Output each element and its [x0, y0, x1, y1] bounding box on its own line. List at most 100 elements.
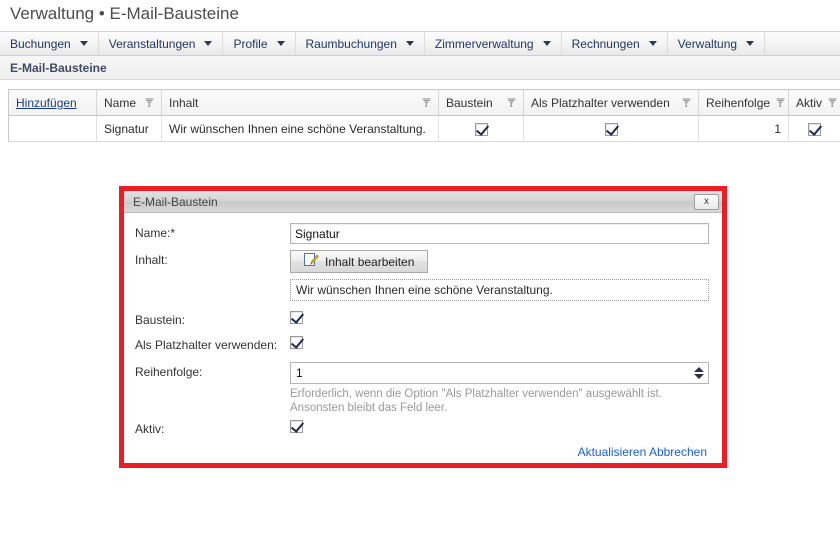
close-icon[interactable]: x	[694, 193, 719, 210]
aktiv-field-wrap	[290, 419, 711, 434]
col-baustein: Baustein	[438, 89, 524, 116]
chevron-down-icon	[79, 41, 88, 46]
dialog-body: Name:* Inhalt: Inhalt bearbeiten	[124, 213, 722, 459]
baustein-field-wrap	[290, 310, 711, 325]
content-preview-spacer	[135, 279, 290, 282]
name-label-text: Name:	[135, 226, 171, 240]
column-label: Name	[104, 95, 137, 110]
filter-icon[interactable]	[145, 96, 154, 110]
menu-item-buchungen[interactable]: Buchungen	[0, 32, 99, 55]
baustein-checkbox	[474, 122, 488, 136]
dialog-title-bar: E-Mail-Baustein x	[124, 191, 722, 213]
filter-icon[interactable]	[682, 96, 691, 110]
menu-item-label: Veranstaltungen	[108, 36, 196, 51]
table-row[interactable]: Signatur Wir wünschen Ihnen eine schöne …	[8, 115, 840, 142]
main-menu-bar: Buchungen Veranstaltungen Profile Raumbu…	[0, 31, 840, 56]
menu-item-label: Profile	[233, 36, 268, 51]
chevron-down-icon	[204, 41, 213, 46]
reihenfolge-hint-line-1: Erforderlich, wenn die Option "Als Platz…	[290, 388, 662, 400]
table-header-row: Hinzufügen Name Inhalt Baustein Als Plat…	[8, 89, 840, 116]
chevron-down-icon	[276, 41, 285, 46]
edit-page-icon	[304, 252, 319, 271]
menu-item-label: Raumbuchungen	[305, 36, 397, 51]
email-baustein-dialog: E-Mail-Baustein x Name:* Inhalt:	[119, 186, 727, 468]
baustein-label: Baustein:	[135, 313, 186, 327]
reihenfolge-stepper[interactable]: 1	[290, 362, 709, 384]
col-inhalt: Inhalt	[161, 89, 439, 116]
breadcrumb-label: E-Mail-Bausteine	[10, 60, 107, 75]
platzhalter-checkbox[interactable]	[290, 336, 303, 350]
edit-content-button[interactable]: Inhalt bearbeiten	[290, 250, 429, 273]
chevron-down-icon[interactable]	[693, 374, 704, 379]
field-row-content-preview: Wir wünschen Ihnen eine schöne Veranstal…	[135, 279, 711, 301]
hint-spacer	[135, 386, 290, 389]
name-field-wrap	[290, 223, 711, 244]
add-row-link[interactable]: Hinzufügen	[16, 96, 77, 110]
cell-baustein	[438, 115, 524, 142]
cell-row-actions	[8, 115, 97, 142]
reihenfolge-value: 1	[296, 366, 303, 380]
menu-item-zimmerverwaltung[interactable]: Zimmerverwaltung	[425, 32, 562, 55]
email-bausteine-table: Hinzufügen Name Inhalt Baustein Als Plat…	[8, 89, 840, 142]
filter-icon[interactable]	[776, 96, 785, 110]
content-preview-text: Wir wünschen Ihnen eine schöne Veranstal…	[290, 279, 709, 301]
breadcrumb: E-Mail-Bausteine	[0, 56, 840, 80]
platzhalter-label: Als Platzhalter verwenden:	[135, 338, 278, 352]
field-row-reihenfolge: Reihenfolge: 1	[135, 362, 711, 384]
stepper-buttons[interactable]	[690, 363, 707, 383]
hint-wrap: Erforderlich, wenn die Option "Als Platz…	[290, 386, 720, 415]
menu-item-profile[interactable]: Profile	[223, 32, 296, 55]
menu-item-verwaltung[interactable]: Verwaltung	[668, 32, 766, 55]
required-marker: *	[170, 226, 176, 240]
inhalt-label: Inhalt:	[135, 253, 168, 267]
field-row-aktiv: Aktiv:	[135, 419, 711, 436]
cell-aktiv	[788, 115, 840, 142]
menu-item-veranstaltungen[interactable]: Veranstaltungen	[99, 32, 224, 55]
menu-item-raumbuchungen[interactable]: Raumbuchungen	[296, 32, 425, 55]
field-row-baustein: Baustein:	[135, 310, 711, 327]
baustein-checkbox[interactable]	[290, 311, 303, 325]
menu-item-label: Zimmerverwaltung	[434, 36, 534, 51]
edit-content-label: Inhalt bearbeiten	[325, 254, 415, 269]
col-name: Name	[96, 89, 162, 116]
reihenfolge-label: Reihenfolge:	[135, 365, 203, 379]
field-row-platzhalter: Als Platzhalter verwenden:	[135, 335, 711, 352]
filter-icon[interactable]	[828, 96, 837, 110]
column-label: Inhalt	[169, 95, 199, 110]
menu-item-label: Rechnungen	[571, 36, 640, 51]
aktiv-checkbox[interactable]	[290, 420, 303, 434]
platzhalter-checkbox	[604, 122, 618, 136]
chevron-down-icon	[648, 41, 657, 46]
column-label: Als Platzhalter verwenden	[531, 95, 670, 110]
content-preview-wrap: Wir wünschen Ihnen eine schöne Veranstal…	[290, 279, 711, 301]
name-input[interactable]	[290, 223, 709, 244]
col-add: Hinzufügen	[8, 89, 97, 116]
menu-item-label: Buchungen	[10, 36, 71, 51]
filter-icon[interactable]	[422, 96, 431, 110]
cancel-link[interactable]: Abbrechen	[649, 445, 707, 459]
col-platzhalter: Als Platzhalter verwenden	[523, 89, 699, 116]
aktiv-label: Aktiv:	[135, 422, 165, 436]
cell-platzhalter	[523, 115, 699, 142]
field-row-name: Name:*	[135, 223, 711, 244]
chevron-up-icon[interactable]	[693, 367, 704, 372]
inhalt-field-wrap: Inhalt bearbeiten	[290, 250, 711, 273]
field-row-inhalt: Inhalt: Inhalt bearbeiten	[135, 250, 711, 273]
name-label: Name:*	[135, 223, 290, 240]
column-label: Baustein	[446, 95, 493, 110]
aktiv-checkbox	[808, 122, 821, 136]
filter-icon[interactable]	[507, 96, 516, 110]
grid-container: Hinzufügen Name Inhalt Baustein Als Plat…	[0, 80, 840, 142]
col-reihenfolge: Reihenfolge	[698, 89, 789, 116]
page-title: Verwaltung • E-Mail-Bausteine	[0, 0, 840, 31]
menu-bar-filler	[765, 32, 840, 55]
dialog-title-text: E-Mail-Baustein	[133, 194, 218, 209]
chevron-down-icon	[542, 41, 551, 46]
menu-item-rechnungen[interactable]: Rechnungen	[562, 32, 668, 55]
update-link[interactable]: Aktualisieren	[578, 445, 647, 459]
column-label: Reihenfolge	[706, 95, 771, 110]
col-aktiv: Aktiv	[788, 89, 840, 116]
reihenfolge-hint-line-2: Ansonsten bleibt das Feld leer.	[290, 402, 448, 414]
column-label: Aktiv	[796, 95, 823, 110]
chevron-down-icon	[746, 41, 755, 46]
